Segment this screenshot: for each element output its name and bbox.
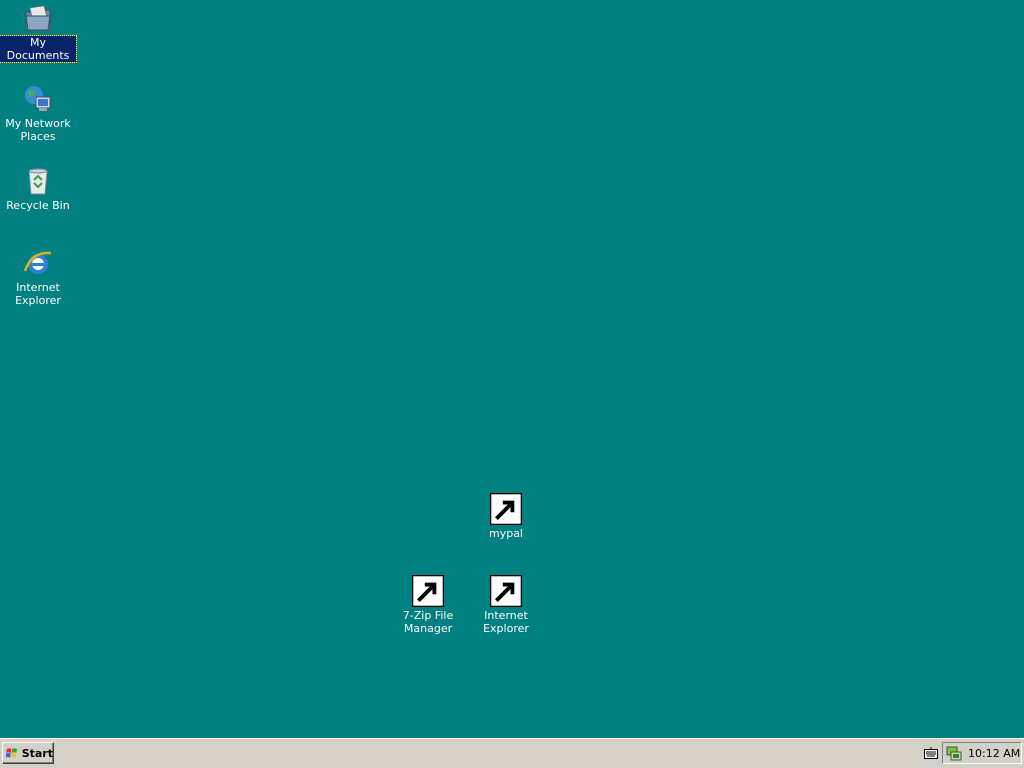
taskbar[interactable]: Start 10:12 AM <box>0 738 1024 768</box>
clock[interactable]: 10:12 AM <box>968 747 1020 760</box>
desktop-icon-my-documents[interactable]: My Documents <box>0 2 77 63</box>
start-button[interactable]: Start <box>2 742 54 764</box>
network-connection-icon[interactable] <box>946 745 962 761</box>
internet-explorer-icon <box>22 247 54 279</box>
desktop-icon-label: Internet Explorer <box>483 609 529 635</box>
desktop-icon-label: Recycle Bin <box>6 199 70 212</box>
mypal-icon <box>490 493 522 525</box>
desktop-icon-label: Internet Explorer <box>15 281 61 307</box>
shortcut-arrow-icon <box>412 575 444 607</box>
desktop-icon-label: 7-Zip File Manager <box>402 609 454 635</box>
shortcut-arrow-icon <box>490 493 522 525</box>
7zip-icon: 7z <box>412 575 444 607</box>
folder-documents-icon <box>22 2 54 34</box>
desktop-icon-label: mypal <box>488 527 523 540</box>
start-button-label: Start <box>21 746 53 760</box>
system-tray: 10:12 AM <box>942 742 1022 764</box>
network-places-icon <box>22 83 54 115</box>
shortcut-arrow-icon <box>490 575 522 607</box>
desktop-icon-mypal[interactable]: mypal <box>468 493 544 540</box>
desktop[interactable]: My Documents My Network Places Recycle B… <box>0 0 1024 738</box>
windows-logo-icon <box>6 748 18 758</box>
desktop-icon-internet-explorer[interactable]: Internet Explorer <box>0 247 76 307</box>
keyboard-icon[interactable] <box>924 747 938 759</box>
internet-explorer-icon <box>490 575 522 607</box>
desktop-icon-internet-explorer-shortcut[interactable]: Internet Explorer <box>468 575 544 635</box>
desktop-icon-7zip-file-manager[interactable]: 7z 7-Zip File Manager <box>390 575 466 635</box>
recycle-bin-icon <box>22 165 54 197</box>
desktop-icon-my-network-places[interactable]: My Network Places <box>0 83 76 143</box>
desktop-icon-label: My Documents <box>0 35 77 63</box>
desktop-icon-label: My Network Places <box>5 117 71 143</box>
desktop-icon-recycle-bin[interactable]: Recycle Bin <box>0 165 76 212</box>
